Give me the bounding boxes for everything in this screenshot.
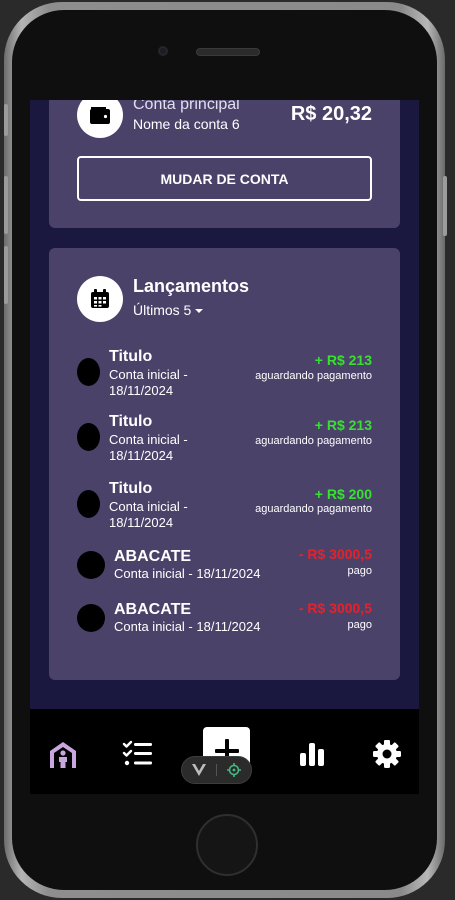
entry-status: aguardando pagamento: [255, 503, 372, 515]
entry-amount: + R$ 213: [314, 352, 372, 368]
calendar-icon-circle: [77, 276, 123, 322]
entry-date: 18/11/2024: [109, 448, 174, 463]
entry-name: Titulo: [109, 348, 153, 365]
entry-item[interactable]: Titulo Conta inicial - 18/11/2024 + R$ 2…: [49, 348, 400, 400]
bar-chart-icon: [300, 743, 324, 766]
entry-name: Titulo: [109, 480, 153, 497]
devtools-pill[interactable]: [181, 756, 252, 784]
entry-avatar: [77, 358, 100, 386]
entry-avatar: [77, 490, 100, 518]
app-screen: Conta principal Nome da conta 6 R$ 20,32…: [30, 100, 419, 794]
devtools-separator: [216, 764, 217, 776]
entry-description: Conta inicial - 18/11/2024: [109, 499, 188, 531]
entries-title: Lançamentos: [133, 276, 250, 296]
wallet-icon-circle: [77, 100, 123, 138]
wallet-icon: [90, 107, 110, 124]
account-name: Nome da conta 6: [133, 116, 240, 132]
entry-avatar: [77, 551, 105, 579]
earpiece-speaker: [196, 48, 260, 56]
entry-description: Conta inicial - 18/11/2024: [109, 432, 188, 464]
switch-account-button[interactable]: MUDAR DE CONTA: [77, 156, 372, 201]
tab-settings[interactable]: [369, 737, 405, 771]
vue-devtools-icon: [192, 764, 206, 776]
entry-amount: + R$ 213: [314, 417, 372, 433]
entry-description: Conta inicial - 18/11/2024: [114, 566, 261, 581]
entries-filter-label: Últimos 5: [133, 302, 192, 318]
checklist-icon: [122, 740, 152, 766]
entry-avatar: [77, 423, 100, 451]
volume-up-button: [4, 176, 8, 234]
entry-date: 18/11/2024: [109, 383, 174, 398]
gear-icon: [373, 740, 401, 768]
entries-filter-dropdown[interactable]: Últimos 5: [133, 302, 204, 318]
entry-account: Conta inicial -: [109, 367, 188, 382]
entry-name: ABACATE: [114, 548, 192, 565]
entry-amount: + R$ 200: [314, 486, 372, 502]
entry-status: pago: [347, 619, 372, 631]
home-button[interactable]: [196, 814, 258, 876]
entry-account: Conta inicial -: [109, 499, 188, 514]
caret-down-icon: [195, 308, 204, 313]
entry-account: Conta inicial -: [109, 432, 188, 447]
entry-description: Conta inicial - 18/11/2024: [114, 619, 261, 634]
tab-tasks[interactable]: [120, 737, 156, 771]
mute-switch: [4, 104, 8, 136]
tab-home[interactable]: [45, 737, 81, 771]
entry-date: 18/11/2024: [109, 515, 174, 530]
entry-item[interactable]: Titulo Conta inicial - 18/11/2024 + R$ 2…: [49, 413, 400, 465]
entry-name: ABACATE: [114, 601, 192, 618]
entry-status: aguardando pagamento: [255, 370, 372, 382]
crosshair-icon: [227, 763, 241, 777]
entry-amount: - R$ 3000,5: [298, 546, 372, 562]
entries-card: Lançamentos Últimos 5 Titulo Conta inici…: [49, 248, 400, 680]
account-balance: R$ 20,32: [290, 103, 372, 125]
entry-item[interactable]: ABACATE Conta inicial - 18/11/2024 - R$ …: [49, 546, 400, 584]
entry-status: aguardando pagamento: [255, 435, 372, 447]
volume-down-button: [4, 246, 8, 304]
tab-reports[interactable]: [294, 737, 330, 771]
entry-amount: - R$ 3000,5: [298, 600, 372, 616]
entry-description: Conta inicial - 18/11/2024: [109, 367, 188, 399]
calendar-icon: [91, 289, 109, 308]
entry-status: pago: [347, 565, 372, 577]
home-person-icon: [50, 742, 76, 768]
entry-item[interactable]: ABACATE Conta inicial - 18/11/2024 - R$ …: [49, 600, 400, 638]
account-title: Conta principal: [133, 100, 240, 113]
entry-avatar: [77, 604, 105, 632]
entry-item[interactable]: Titulo Conta inicial - 18/11/2024 + R$ 2…: [49, 480, 400, 532]
front-camera: [158, 46, 168, 56]
power-button: [443, 176, 447, 236]
account-card: Conta principal Nome da conta 6 R$ 20,32…: [49, 100, 400, 228]
entry-name: Titulo: [109, 413, 153, 430]
